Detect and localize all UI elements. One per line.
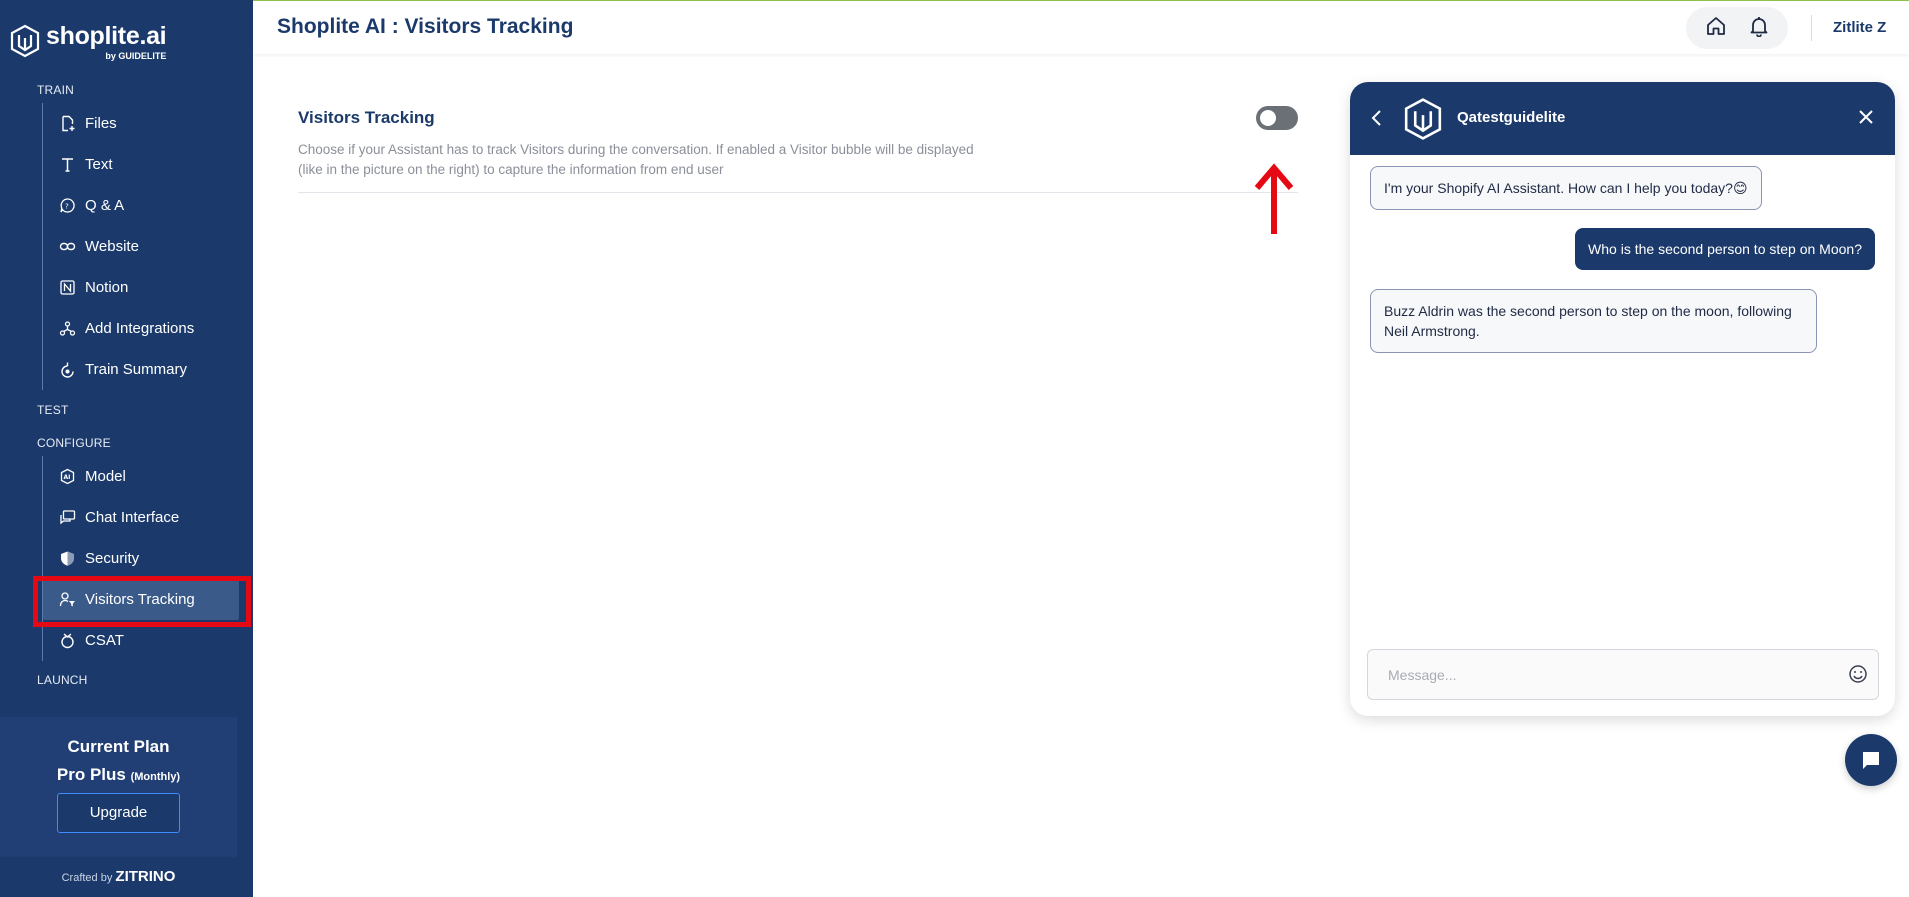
setting-divider xyxy=(298,192,1298,193)
bot-message: Buzz Aldrin was the second person to ste… xyxy=(1370,289,1817,353)
ai-model-icon: AI xyxy=(59,468,76,485)
message-input-box xyxy=(1367,649,1879,700)
sidebar-item-text[interactable]: Text xyxy=(43,144,242,185)
summary-icon xyxy=(59,361,76,378)
sidebar-item-label: Train Summary xyxy=(85,361,187,378)
notion-icon xyxy=(59,279,76,296)
crafted-brand[interactable]: ZITRINO xyxy=(115,868,175,885)
upgrade-button[interactable]: Upgrade xyxy=(57,793,180,833)
csat-icon xyxy=(59,632,76,649)
home-icon[interactable] xyxy=(1705,15,1727,42)
sidebar-item-label: Files xyxy=(85,115,117,132)
sidebar-item-qa[interactable]: ? Q & A xyxy=(43,185,242,226)
sidebar-item-label: Notion xyxy=(85,279,129,296)
sidebar-item-label: Security xyxy=(85,550,140,567)
plan-name-label: Pro Plus xyxy=(56,765,126,784)
header: Shoplite AI : Visitors Tracking Zitlite … xyxy=(253,1,1909,54)
emoji-icon[interactable] xyxy=(1848,664,1868,689)
sidebar-item-label: Q & A xyxy=(85,197,125,214)
file-add-icon xyxy=(59,115,76,132)
qa-bubble-icon: ? xyxy=(59,197,76,214)
toggle-knob xyxy=(1260,110,1276,126)
brand-sub: by GUIDELITE xyxy=(105,51,167,61)
message-input[interactable] xyxy=(1368,650,1828,699)
configure-nav: AI Model Chat Interface Security Visitor… xyxy=(42,456,242,661)
header-divider xyxy=(1811,15,1812,41)
bot-logo-icon xyxy=(1402,97,1444,146)
sidebar-item-label: Add Integrations xyxy=(85,320,195,337)
bell-icon[interactable] xyxy=(1748,15,1770,42)
chat-bubble-icon xyxy=(1863,752,1879,769)
shield-icon xyxy=(59,550,76,567)
user-message: Who is the second person to step on Moon… xyxy=(1575,228,1875,270)
text-icon xyxy=(59,156,76,173)
sidebar-item-files[interactable]: Files xyxy=(43,103,242,144)
sidebar-item-label: Chat Interface xyxy=(85,509,180,526)
bot-message: I'm your Shopify AI Assistant. How can I… xyxy=(1370,166,1762,210)
section-launch[interactable]: LAUNCH xyxy=(37,673,88,687)
sidebar: shoplite.ai by GUIDELITE TRAIN Files Tex… xyxy=(0,0,253,897)
chat-widget-preview: Qatestguidelite I'm your Shopify AI Assi… xyxy=(1350,82,1895,716)
brand-logo[interactable]: shoplite.ai by GUIDELITE xyxy=(10,22,167,61)
link-icon xyxy=(59,238,76,255)
plan-name: Pro Plus (Monthly) xyxy=(0,765,237,785)
plan-period: (Monthly) xyxy=(130,771,181,783)
svg-text:AI: AI xyxy=(64,474,71,481)
sidebar-item-add-integrations[interactable]: Add Integrations xyxy=(43,308,242,349)
sidebar-item-label: Website xyxy=(85,238,139,255)
sidebar-item-notion[interactable]: Notion xyxy=(43,267,242,308)
chat-interface-icon xyxy=(59,509,76,526)
integrations-icon xyxy=(59,320,76,337)
crafted-prefix: Crafted by xyxy=(61,872,113,884)
visitors-tracking-setting: Visitors Tracking Choose if your Assista… xyxy=(298,108,1298,180)
visitors-tracking-toggle[interactable] xyxy=(1256,106,1298,130)
chat-launcher-button[interactable] xyxy=(1845,734,1897,786)
setting-description: Choose if your Assistant has to track Vi… xyxy=(298,142,974,177)
current-plan-card: Current Plan Pro Plus (Monthly) Upgrade xyxy=(0,717,237,857)
header-icon-group xyxy=(1686,7,1788,49)
sidebar-item-model[interactable]: AI Model xyxy=(43,456,242,497)
section-test[interactable]: TEST xyxy=(37,403,68,417)
user-name[interactable]: Zitlite Z xyxy=(1833,19,1886,36)
shoplite-logo-icon xyxy=(10,24,40,58)
annotation-arrow-up-icon xyxy=(1254,163,1294,234)
sidebar-item-train-summary[interactable]: Train Summary xyxy=(43,349,242,390)
sidebar-item-label: Model xyxy=(85,468,126,485)
page-title: Shoplite AI : Visitors Tracking xyxy=(277,15,574,38)
setting-title: Visitors Tracking xyxy=(298,108,435,127)
bot-name: Qatestguidelite xyxy=(1457,109,1566,126)
svg-text:?: ? xyxy=(65,203,69,211)
highlight-box xyxy=(33,576,251,627)
train-nav: Files Text ? Q & A Website Notion Add In… xyxy=(42,103,242,390)
chevron-left-icon[interactable] xyxy=(1370,108,1384,133)
sidebar-item-label: CSAT xyxy=(85,632,124,649)
crafted-by: Crafted by ZITRINO xyxy=(0,868,237,885)
chat-header: Qatestguidelite xyxy=(1350,82,1895,155)
sidebar-item-label: Text xyxy=(85,156,113,173)
section-configure: CONFIGURE xyxy=(37,436,111,450)
brand-name: shoplite.ai xyxy=(46,22,167,50)
close-icon[interactable] xyxy=(1857,108,1875,131)
sidebar-item-website[interactable]: Website xyxy=(43,226,242,267)
sidebar-item-security[interactable]: Security xyxy=(43,538,242,579)
sidebar-item-chat-interface[interactable]: Chat Interface xyxy=(43,497,242,538)
plan-title: Current Plan xyxy=(67,737,170,756)
section-train: TRAIN xyxy=(37,83,74,97)
